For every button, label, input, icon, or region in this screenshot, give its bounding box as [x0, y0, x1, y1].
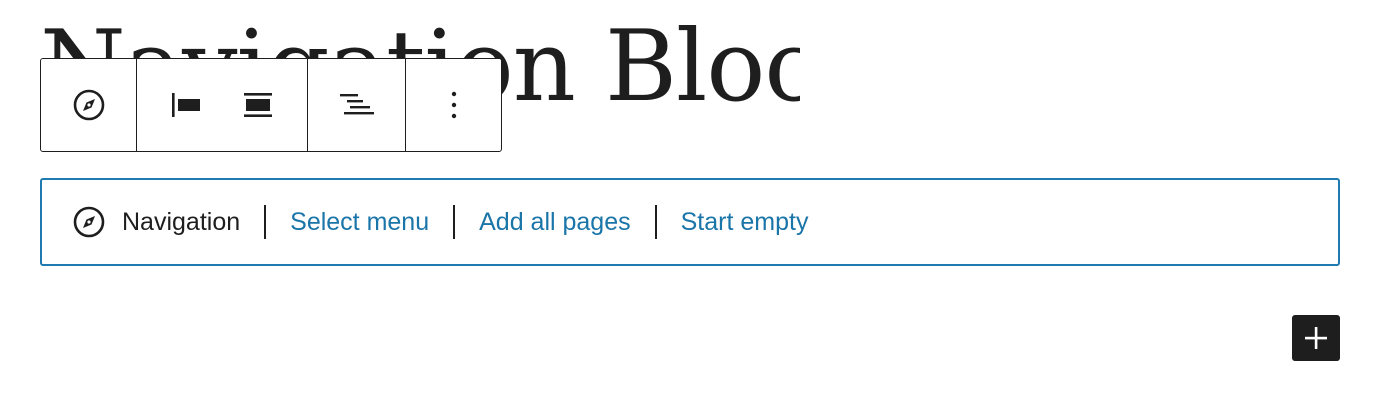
- justify-left-icon: [172, 93, 200, 117]
- navigation-placeholder[interactable]: Navigation Select menu Add all pages Sta…: [40, 178, 1340, 266]
- select-menu-button[interactable]: Select menu: [290, 208, 429, 237]
- item-justification-button[interactable]: [333, 81, 381, 129]
- compass-icon: [72, 205, 106, 239]
- block-type-group: [41, 59, 137, 151]
- placeholder-label: Navigation: [122, 207, 241, 236]
- more-vertical-icon: [451, 91, 456, 119]
- block-type-button[interactable]: [65, 81, 113, 129]
- block-toolbar: [40, 58, 502, 152]
- divider: [654, 205, 657, 239]
- divider: [264, 205, 267, 239]
- justify-center-button[interactable]: [234, 81, 282, 129]
- plus-icon: [1305, 327, 1327, 349]
- start-empty-button[interactable]: Start empty: [681, 208, 809, 237]
- add-all-pages-button[interactable]: Add all pages: [479, 208, 631, 237]
- justify-right-lines-icon: [339, 94, 374, 115]
- options-group: [406, 59, 501, 151]
- options-button[interactable]: [430, 81, 478, 129]
- justify-center-icon: [244, 93, 272, 117]
- item-justification-group: [308, 59, 406, 151]
- compass-icon: [73, 89, 104, 121]
- divider: [453, 205, 456, 239]
- justification-group: [137, 59, 308, 151]
- justify-left-button[interactable]: [162, 81, 210, 129]
- add-block-button[interactable]: [1292, 315, 1340, 361]
